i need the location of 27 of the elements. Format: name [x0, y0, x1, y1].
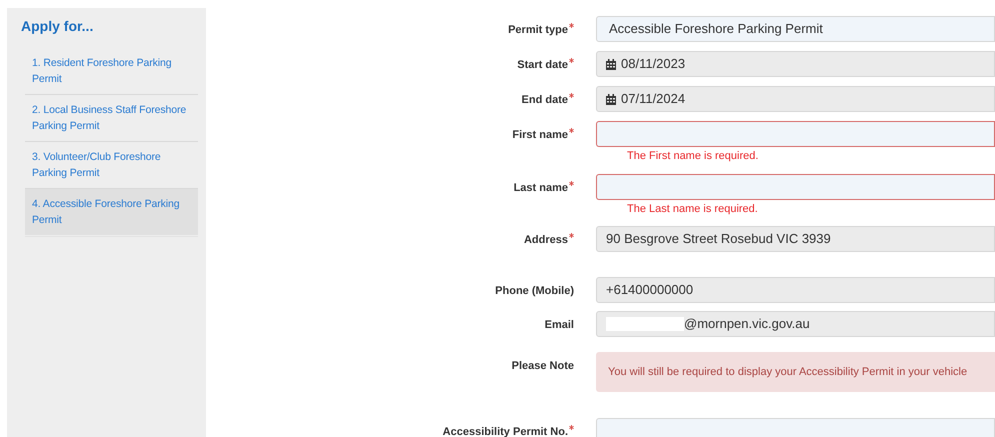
input-field[interactable]: [596, 174, 995, 200]
input-field[interactable]: +61400000000: [596, 277, 995, 303]
field-label: Address: [524, 233, 568, 248]
field-label: Please Note: [512, 359, 574, 374]
field-label: Accessibility Permit No.: [442, 425, 568, 437]
calendar-icon: [606, 58, 616, 70]
field-label: Permit type: [508, 23, 568, 38]
sidebar-title: Apply for...: [21, 18, 94, 34]
input-field[interactable]: Accessible Foreshore Parking Permit: [596, 16, 995, 42]
calendar-icon: [606, 94, 616, 104]
sidebar-item[interactable]: 2. Local Business Staff Foreshore Parking Permit: [25, 94, 198, 141]
input-field[interactable]: 07/11/2024: [596, 86, 995, 112]
input-field[interactable]: @mornpen.vic.gov.au: [596, 311, 995, 337]
field-label: Email: [544, 318, 574, 333]
field-label: Phone (Mobile): [495, 284, 574, 299]
error-message: The First name is required.: [627, 150, 758, 162]
input-field[interactable]: 90 Besgrove Street Rosebud VIC 3939: [596, 226, 995, 252]
error-message: The Last name is required.: [627, 202, 758, 214]
field-label: End date: [522, 93, 568, 108]
input-field[interactable]: [596, 121, 995, 147]
sidebar-item[interactable]: 1. Resident Foreshore Parking Permit: [25, 48, 198, 94]
field-label: Last name: [514, 180, 568, 196]
note-alert: You will still be required to display your Accessibility Permit in your vehicle: [596, 352, 995, 392]
input-field[interactable]: 08/11/2023: [596, 51, 995, 77]
input-field[interactable]: [596, 418, 995, 437]
field-label: Start date: [517, 58, 568, 73]
field-label: First name: [512, 128, 568, 143]
